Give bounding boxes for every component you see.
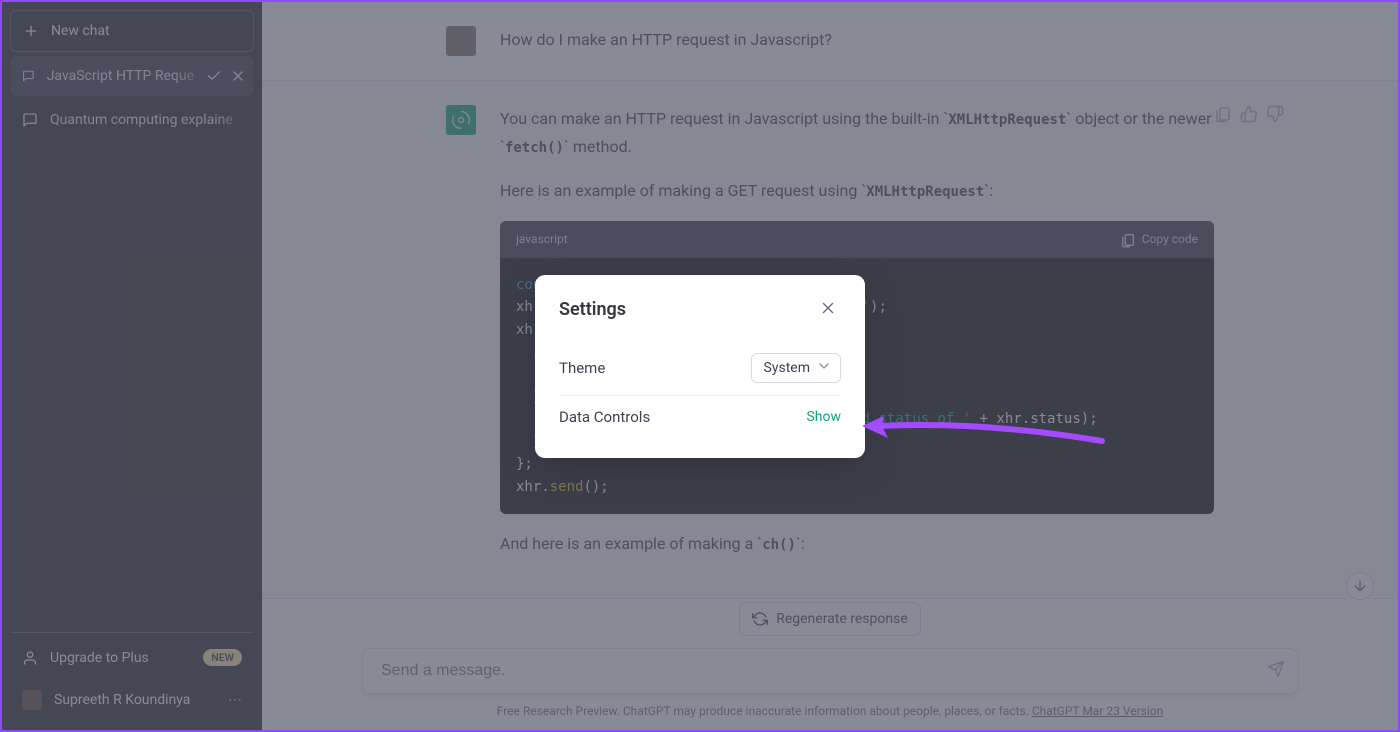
modal-overlay[interactable]: Settings Theme System Data Controls [2,2,1398,730]
data-controls-label: Data Controls [559,408,650,426]
theme-value: System [764,360,810,376]
settings-modal: Settings Theme System Data Controls [535,275,865,458]
theme-label: Theme [559,359,605,377]
setting-row-data-controls: Data Controls Show [559,395,841,438]
data-controls-show-button[interactable]: Show [806,409,841,425]
modal-title: Settings [559,299,626,320]
close-icon [819,299,837,317]
close-button[interactable] [815,295,841,325]
app-window: New chat JavaScript HTTP Reque Quantum c… [0,0,1400,732]
chevron-down-icon [816,358,832,378]
theme-select[interactable]: System [751,353,841,383]
setting-row-theme: Theme System [559,341,841,395]
